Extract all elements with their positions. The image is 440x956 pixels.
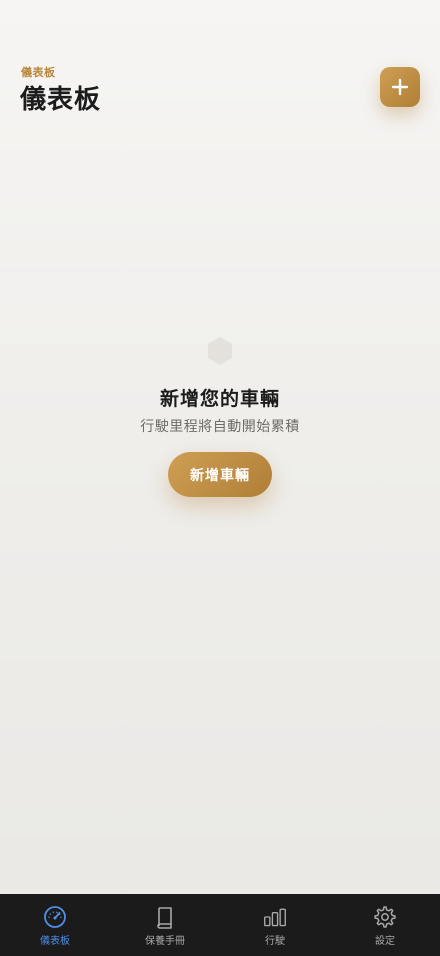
tab-bar: 儀表板 保養手冊 行駛 設定: [0, 894, 440, 956]
plus-icon: [391, 78, 409, 96]
tab-trips[interactable]: 行駛: [220, 894, 330, 956]
tab-label: 設定: [375, 936, 395, 947]
hexagon-icon: [205, 336, 235, 366]
empty-state-subtitle: 行駛里程將自動開始累積: [140, 419, 300, 435]
add-vehicle-cta-button[interactable]: 新增車輛: [168, 452, 272, 497]
empty-state-title: 新增您的車輛: [159, 388, 280, 410]
bar-chart-icon: [263, 905, 287, 929]
tab-label: 行駛: [265, 936, 285, 947]
header: 儀表板 儀表板: [0, 0, 440, 130]
page-eyebrow: 儀表板: [21, 66, 56, 79]
tab-label: 保養手冊: [145, 936, 185, 947]
tab-settings[interactable]: 設定: [330, 894, 440, 956]
tab-maintenance[interactable]: 保養手冊: [110, 894, 220, 956]
tab-label: 儀表板: [40, 936, 70, 947]
speedometer-icon: [43, 905, 67, 929]
tab-dashboard[interactable]: 儀表板: [0, 894, 110, 956]
page-title: 儀表板: [20, 85, 102, 115]
gear-icon: [373, 905, 397, 929]
add-vehicle-button[interactable]: [380, 67, 420, 107]
book-icon: [153, 905, 177, 929]
